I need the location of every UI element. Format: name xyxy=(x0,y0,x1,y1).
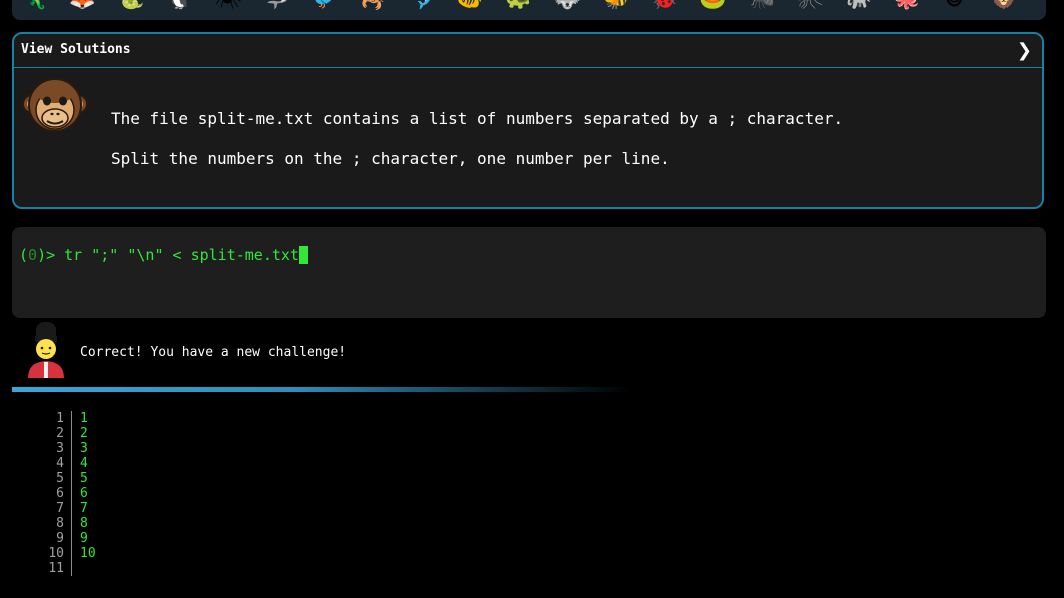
ladybug-icon: 🐞 xyxy=(651,0,678,10)
line-value: 7 xyxy=(80,501,88,516)
gutter-divider xyxy=(71,456,72,471)
bird-icon: 🐦 xyxy=(311,0,338,10)
fish-icon: 🐠 xyxy=(457,0,484,10)
line-value: 3 xyxy=(80,441,88,456)
gutter-divider xyxy=(71,501,72,516)
octopus-icon: 🐙 xyxy=(893,0,920,10)
line-number: 9 xyxy=(56,531,64,546)
feedback-message: Correct! You have a new challenge! xyxy=(80,345,347,360)
elephant-icon: 🐘 xyxy=(845,0,872,10)
penguin-icon: 🐧 xyxy=(166,0,193,10)
app-root: 🦎 🦊 🐍 🐧 🕷 🦈 🐦 🦂 🐬 🐠 🐢 🐺 🐝 🐞 🐸 🐜 🦟 🐘 🐙 🐵 🦁 View Solutions ❯ T… xyxy=(0,0,1064,598)
emoji-strip: 🦎 🦊 🐍 🐧 🕷 🦈 🐦 🦂 🐬 🐠 🐢 🐺 🐝 🐞 🐸 🐜 🦟 🐘 🐙 🐵 🦁 xyxy=(12,0,1046,20)
snake-icon: 🐍 xyxy=(117,0,144,10)
guard-avatar xyxy=(28,322,64,378)
gutter-divider xyxy=(71,471,72,486)
line-number: 7 xyxy=(56,501,64,516)
bee-icon: 🐝 xyxy=(602,0,629,10)
monkey-face-icon: 🐵 xyxy=(942,0,967,10)
line-number: 4 xyxy=(56,456,64,471)
turtle-icon: 🐢 xyxy=(505,0,532,10)
dolphin-icon: 🐬 xyxy=(408,0,435,10)
command-text[interactable]: tr ";" "\n" < split-me.txt xyxy=(64,246,299,264)
gutter-divider xyxy=(71,546,72,561)
monkey-avatar xyxy=(22,78,88,132)
progress-bar xyxy=(12,387,632,392)
line-number: 11 xyxy=(48,561,64,576)
prompt-open: ( xyxy=(19,246,29,264)
prompt-close: )> xyxy=(37,246,65,264)
gutter-divider xyxy=(71,426,72,441)
gutter-divider xyxy=(71,411,72,426)
line-value: 2 xyxy=(80,426,88,441)
chevron-right-icon[interactable]: ❯ xyxy=(1017,40,1032,61)
lion-icon: 🦁 xyxy=(990,0,1017,10)
terminal-input[interactable]: (0)> tr ";" "\n" < split-me.txt xyxy=(12,227,1046,318)
view-solutions-header[interactable]: View Solutions ❯ xyxy=(14,34,1042,68)
prompt-index: 0 xyxy=(28,246,38,264)
wolf-icon: 🐺 xyxy=(554,0,581,10)
line-value: 10 xyxy=(80,546,96,561)
gutter-divider xyxy=(71,486,72,501)
lizard-icon: 🦎 xyxy=(20,0,47,10)
line-number: 6 xyxy=(56,486,64,501)
gutter-divider xyxy=(71,516,72,531)
line-number: 1 xyxy=(56,411,64,426)
gutter-divider xyxy=(71,531,72,546)
command-prompt[interactable]: (0)> tr ";" "\n" < split-me.txt xyxy=(19,246,308,264)
line-number: 3 xyxy=(56,441,64,456)
scorpion-icon: 🦂 xyxy=(360,0,387,10)
shark-icon: 🦈 xyxy=(263,0,290,10)
gutter-divider xyxy=(71,561,72,576)
line-value: 6 xyxy=(80,486,88,501)
line-value: 5 xyxy=(80,471,88,486)
task-description-line-1: The file split-me.txt contains a list of… xyxy=(111,109,844,128)
line-value: 9 xyxy=(80,531,88,546)
frog-icon: 🐸 xyxy=(699,0,726,10)
mosquito-icon: 🦟 xyxy=(796,0,823,10)
gutter-divider xyxy=(71,441,72,456)
line-number: 8 xyxy=(56,516,64,531)
line-value: 1 xyxy=(80,411,88,426)
view-solutions-label[interactable]: View Solutions xyxy=(21,42,131,57)
line-value: 4 xyxy=(80,456,88,471)
line-number: 5 xyxy=(56,471,64,486)
task-description-line-2: Split the numbers on the ; character, on… xyxy=(111,149,670,168)
text-cursor xyxy=(298,246,308,264)
spider-icon: 🕷 xyxy=(214,0,242,10)
line-number: 2 xyxy=(56,426,64,441)
line-number: 10 xyxy=(48,546,64,561)
challenge-card: View Solutions ❯ The file split-me.txt c… xyxy=(12,32,1044,209)
fox-icon: 🦊 xyxy=(69,0,96,10)
ant-icon: 🐜 xyxy=(748,0,775,10)
line-value: 8 xyxy=(80,516,88,531)
